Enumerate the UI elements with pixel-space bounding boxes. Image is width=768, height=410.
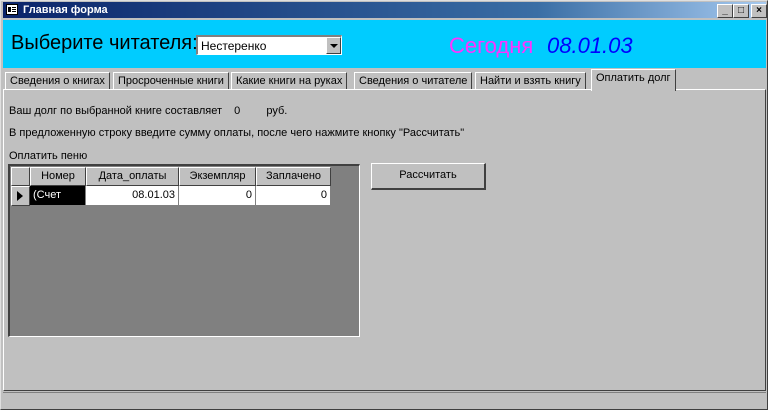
status-bar	[3, 392, 766, 409]
chevron-down-icon[interactable]	[326, 37, 341, 54]
reader-combo[interactable]: Нестеренко	[196, 35, 342, 55]
column-header-paid[interactable]: Заплачено	[256, 167, 331, 186]
debt-text-prefix: Ваш долг по выбранной книге составляет	[9, 105, 223, 117]
calculate-button[interactable]: Рассчитать	[371, 163, 486, 190]
debt-currency: руб.	[266, 105, 288, 117]
cell-number[interactable]: (Счет	[30, 186, 86, 206]
main-window: Главная форма _ □ × Выберите читателя: Н…	[0, 0, 768, 410]
today-date: 08.01.03	[547, 33, 633, 58]
cell-payment-date[interactable]: 08.01.03	[86, 186, 179, 206]
record-selector-icon[interactable]	[11, 186, 30, 206]
tab-overdue-books[interactable]: Просроченные книги	[113, 72, 229, 90]
minimize-button[interactable]: _	[717, 4, 733, 18]
tab-books-on-hand[interactable]: Какие книги на руках	[231, 72, 348, 90]
instruction-text: В предложенную строку введите сумму опла…	[9, 127, 465, 139]
debt-amount: 0	[234, 105, 241, 117]
grid-corner[interactable]	[11, 167, 30, 186]
column-header-payment-date[interactable]: Дата_оплаты	[86, 167, 179, 186]
tab-find-take-book[interactable]: Найти и взять книгу	[475, 72, 586, 90]
column-header-number[interactable]: Номер	[30, 167, 86, 186]
header-band: Выберите читателя: Нестеренко Сегодня 08…	[3, 20, 766, 68]
tab-pay-debt[interactable]: Оплатить долг	[591, 69, 676, 91]
window-title: Главная форма	[23, 4, 108, 16]
select-reader-label: Выберите читателя:	[11, 32, 198, 54]
debt-text: Ваш долг по выбранной книге составляет 0…	[9, 104, 287, 118]
maximize-button[interactable]: □	[733, 4, 749, 18]
reader-combo-value[interactable]: Нестеренко	[201, 39, 266, 53]
tab-strip: Сведения о книгах Просроченные книги Как…	[3, 68, 766, 91]
subform-label: Оплатить пеню	[9, 150, 88, 162]
cell-copy[interactable]: 0	[179, 186, 256, 206]
title-bar[interactable]: Главная форма _ □ ×	[3, 2, 767, 18]
close-button[interactable]: ×	[751, 4, 767, 18]
column-header-copy[interactable]: Экземпляр	[179, 167, 256, 186]
payment-grid[interactable]: Номер Дата_оплаты Экземпляр Заплачено (С…	[8, 164, 360, 337]
cell-paid[interactable]: 0	[256, 186, 331, 206]
form-icon[interactable]	[6, 4, 18, 15]
tab-books-info[interactable]: Сведения о книгах	[5, 72, 110, 90]
tab-reader-info[interactable]: Сведения о читателе	[354, 72, 473, 90]
today-label: Сегодня	[449, 33, 534, 58]
